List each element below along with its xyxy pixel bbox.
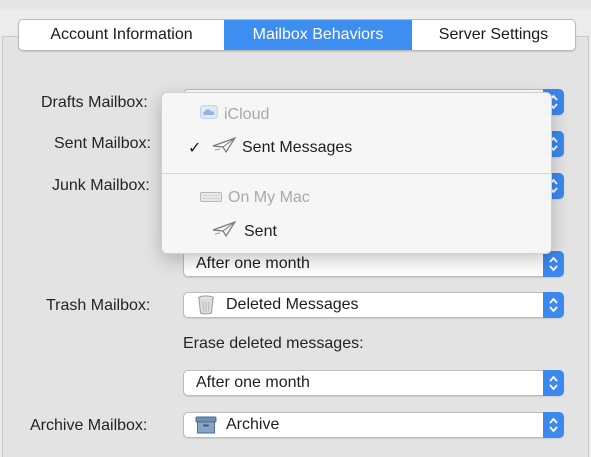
cloud-icon — [200, 105, 218, 124]
trash-mailbox-label: Trash Mailbox: — [46, 297, 151, 314]
junk-erase-stepper-icon — [543, 251, 564, 277]
junk-mailbox-label: Junk Mailbox: — [52, 177, 150, 194]
junk-erase-value: After one month — [196, 255, 310, 272]
erase-deleted-stepper-icon — [543, 370, 564, 396]
archive-box-icon — [194, 415, 218, 435]
menu-item-sent[interactable]: Sent — [212, 220, 277, 242]
erase-deleted-label: Erase deleted messages: — [183, 335, 364, 352]
archive-mailbox-value: Archive — [226, 416, 280, 433]
window-top-strip — [0, 0, 591, 10]
erase-deleted-value: After one month — [196, 374, 310, 391]
archive-mailbox-popup[interactable]: Archive — [183, 412, 564, 438]
tab-account-information[interactable]: Account Information — [19, 20, 224, 50]
trash-mailbox-popup[interactable]: Deleted Messages — [183, 292, 564, 318]
sent-mailbox-dropdown-menu: iCloud ✓ Sent Messages On My Mac Sent — [161, 92, 552, 254]
sent-mailbox-label: Sent Mailbox: — [54, 135, 151, 152]
tab-bar: Account Information Mailbox Behaviors Se… — [18, 19, 576, 51]
sent-paper-plane-icon — [212, 136, 238, 158]
drafts-mailbox-label: Drafts Mailbox: — [41, 94, 148, 111]
tab-server-settings[interactable]: Server Settings — [412, 20, 575, 50]
menu-separator — [162, 173, 551, 174]
junk-erase-popup[interactable]: After one month — [183, 251, 564, 277]
trash-stepper-icon — [543, 292, 564, 318]
icloud-section-header: iCloud — [200, 105, 269, 124]
keyboard-icon — [200, 189, 222, 207]
on-my-mac-section-header: On My Mac — [200, 189, 310, 207]
archive-mailbox-label: Archive Mailbox: — [30, 417, 148, 434]
archive-stepper-icon — [543, 412, 564, 438]
tab-mailbox-behaviors[interactable]: Mailbox Behaviors — [224, 20, 412, 50]
checkmark-icon: ✓ — [188, 139, 202, 157]
trash-can-icon — [194, 295, 218, 315]
erase-deleted-popup[interactable]: After one month — [183, 370, 564, 396]
sent-paper-plane-icon — [212, 220, 238, 242]
menu-item-sent-messages[interactable]: ✓ Sent Messages — [188, 136, 352, 158]
trash-mailbox-value: Deleted Messages — [226, 296, 359, 313]
